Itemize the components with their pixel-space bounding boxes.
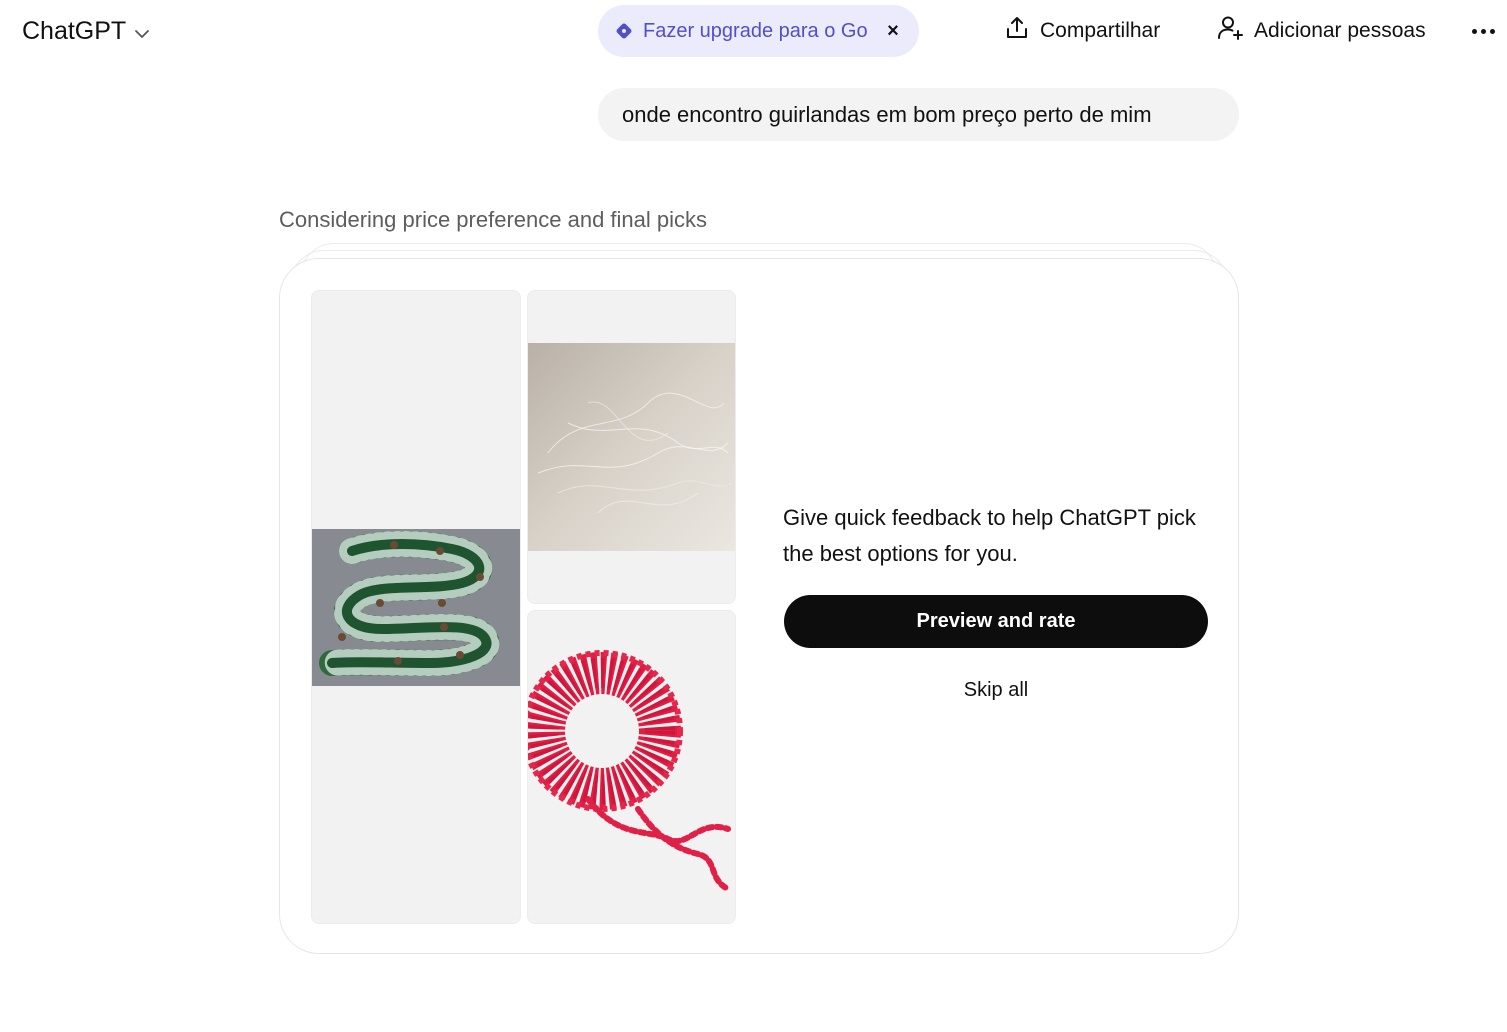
chat-page: ChatGPT Fazer upgrade para o Go × Compar… — [0, 0, 1507, 1032]
product-image-tile[interactable] — [311, 290, 521, 924]
silver-tinsel-photo — [528, 343, 735, 551]
red-bead-garland-photo — [528, 650, 731, 892]
share-button[interactable]: Compartilhar — [1004, 12, 1160, 50]
add-people-label: Adicionar pessoas — [1254, 19, 1426, 42]
skip-all-button[interactable]: Skip all — [940, 673, 1052, 707]
upgrade-label: Fazer upgrade para o Go — [643, 19, 868, 42]
add-person-icon — [1216, 14, 1244, 48]
diamond-icon — [614, 21, 634, 41]
close-icon[interactable]: × — [883, 20, 903, 43]
upgrade-button[interactable]: Fazer upgrade para o Go × — [598, 5, 919, 57]
thinking-status[interactable]: Considering price preference and final p… — [279, 207, 707, 233]
share-icon — [1004, 15, 1030, 47]
model-label: ChatGPT — [22, 16, 127, 45]
feedback-prompt: Give quick feedback to help ChatGPT pick… — [783, 505, 1196, 566]
more-options-icon[interactable] — [1465, 14, 1501, 48]
pine-garland-photo — [312, 529, 520, 686]
product-image-tile[interactable] — [527, 290, 736, 604]
user-message-bubble: onde encontro guirlandas em bom preço pe… — [598, 88, 1239, 141]
chevron-down-icon — [134, 17, 150, 46]
add-people-button[interactable]: Adicionar pessoas — [1216, 12, 1426, 50]
model-switcher[interactable]: ChatGPT — [14, 12, 158, 50]
preview-and-rate-button[interactable]: Preview and rate — [784, 595, 1208, 648]
product-image-tile[interactable] — [527, 610, 736, 924]
product-feedback-card: Give quick feedback to help ChatGPT pick… — [279, 258, 1239, 954]
user-message-text: onde encontro guirlandas em bom preço pe… — [622, 101, 1152, 127]
share-label: Compartilhar — [1040, 19, 1161, 42]
